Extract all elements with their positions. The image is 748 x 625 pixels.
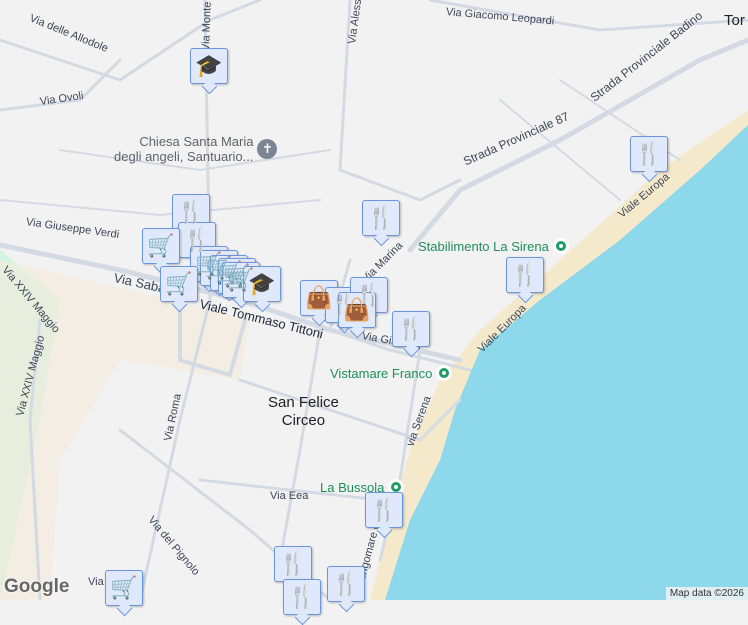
restaurant-icon: 🍴 xyxy=(397,316,425,341)
restaurant-icon: 🍴 xyxy=(279,551,307,576)
google-logo: Google xyxy=(4,576,70,597)
restaurant-icon: 🍴 xyxy=(332,571,360,596)
restaurant-icon: 🍴 xyxy=(183,227,211,252)
shopping-bag-icon: 👜 xyxy=(305,285,333,310)
restaurant-icon: 🍴 xyxy=(288,584,316,609)
cart-marker[interactable]: 🛒 xyxy=(160,266,198,302)
poi-vistamare-franco[interactable]: Vistamare Franco xyxy=(330,365,453,381)
edge-town-label: Tor xyxy=(724,12,745,29)
poi-pin-icon xyxy=(552,238,569,254)
street-label: Via xyxy=(88,576,104,588)
restaurant-marker[interactable]: 🍴 xyxy=(630,136,668,172)
restaurant-icon: 🍴 xyxy=(370,497,398,522)
church-cross-icon: ✝ xyxy=(257,139,278,159)
shopping-bag-icon: 👜 xyxy=(343,297,371,322)
church-name-line1: Chiesa Santa Maria xyxy=(139,134,254,149)
cart-marker[interactable]: 🛒 xyxy=(142,228,180,264)
restaurant-marker[interactable]: 🍴 xyxy=(283,579,321,615)
map-attribution[interactable]: Map data ©2026 xyxy=(665,587,748,600)
restaurant-marker[interactable]: 🍴 xyxy=(274,546,312,582)
restaurant-icon: 🍴 xyxy=(367,205,395,230)
restaurant-marker[interactable]: 🍴 xyxy=(392,311,430,347)
school-icon: 🎓 xyxy=(248,271,276,296)
school-icon: 🎓 xyxy=(195,53,223,78)
town-name-line2: Circeo xyxy=(281,412,326,429)
restaurant-icon: 🍴 xyxy=(511,262,539,287)
restaurant-marker[interactable]: 🍴 xyxy=(365,492,403,528)
school-marker[interactable]: 🎓 xyxy=(243,266,281,302)
restaurant-icon: 🍴 xyxy=(177,199,205,224)
bag-marker[interactable]: 👜 xyxy=(338,292,376,328)
cart-marker[interactable]: 🛒 xyxy=(105,570,143,606)
poi-pin-icon xyxy=(436,365,453,381)
restaurant-icon: 🍴 xyxy=(635,141,663,166)
town-label: San Felice Circeo xyxy=(268,394,339,430)
shopping-cart-icon: 🛒 xyxy=(165,271,193,296)
poi-label: Stabilimento La Sirena xyxy=(418,238,549,254)
church-poi[interactable]: Chiesa Santa Maria degli angeli, Santuari… xyxy=(114,134,278,164)
town-name-line1: San Felice xyxy=(268,394,339,411)
restaurant-marker[interactable]: 🍴 xyxy=(327,566,365,602)
restaurant-marker[interactable]: 🍴 xyxy=(506,257,544,293)
shopping-cart-icon: 🛒 xyxy=(110,575,138,600)
poi-label: Vistamare Franco xyxy=(330,365,433,381)
street-label: Via Eea xyxy=(270,490,309,502)
church-label: Chiesa Santa Maria degli angeli, Santuari… xyxy=(114,134,253,164)
church-name-line2: degli angeli, Santuario... xyxy=(114,149,254,164)
shopping-cart-icon: 🛒 xyxy=(147,233,175,258)
restaurant-marker[interactable]: 🍴 xyxy=(172,194,210,230)
poi-stabilimento-la-sirena[interactable]: Stabilimento La Sirena xyxy=(418,238,569,254)
school-marker[interactable]: 🎓 xyxy=(190,48,228,84)
restaurant-marker[interactable]: 🍴 xyxy=(362,200,400,236)
